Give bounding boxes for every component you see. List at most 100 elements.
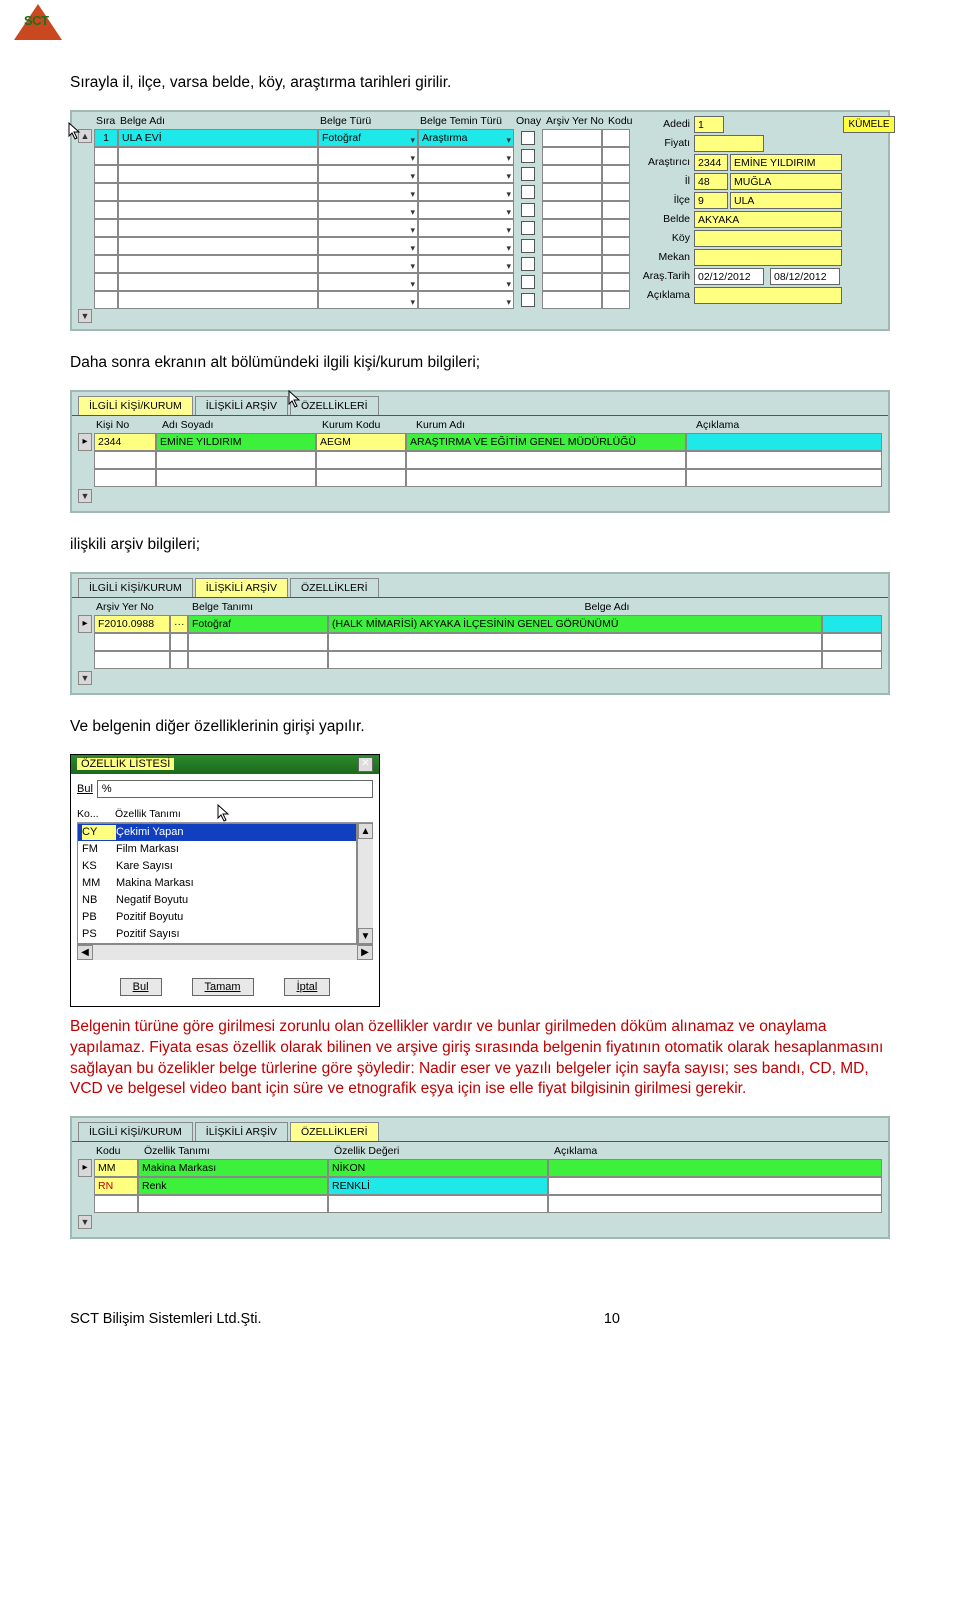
grid-cell[interactable]: [542, 237, 602, 255]
grid-cell[interactable]: [118, 219, 318, 237]
cell-arsiv-yer-no[interactable]: F2010.0988: [94, 615, 170, 633]
grid-cell[interactable]: [94, 237, 118, 255]
cell-ozellik-degeri[interactable]: NİKON: [328, 1159, 548, 1177]
grid-cell[interactable]: [94, 255, 118, 273]
grid-cell[interactable]: [602, 291, 630, 309]
cell-kurum-kodu[interactable]: AEGM: [316, 433, 406, 451]
cell-extra[interactable]: [822, 615, 882, 633]
tab-iliskili-arsiv[interactable]: İLİŞKİLİ ARŞİV: [195, 396, 288, 415]
grid-cell[interactable]: Araştırma: [418, 129, 514, 147]
empty-cell[interactable]: [316, 469, 406, 487]
grid-cell[interactable]: [418, 237, 514, 255]
grid-cell[interactable]: [418, 165, 514, 183]
scroll-down-icon[interactable]: ▼: [78, 1215, 92, 1229]
grid-cell[interactable]: [318, 291, 418, 309]
grid-cell[interactable]: [418, 183, 514, 201]
grid-cell[interactable]: [118, 237, 318, 255]
checkbox[interactable]: [521, 257, 535, 271]
empty-cell[interactable]: [406, 469, 686, 487]
empty-cell[interactable]: [94, 469, 156, 487]
empty-cell[interactable]: [138, 1195, 328, 1213]
tab-ozellikleri[interactable]: ÖZELLİKLERİ: [290, 578, 379, 597]
grid-cell[interactable]: [318, 255, 418, 273]
grid-cell[interactable]: [318, 237, 418, 255]
inp-il-kod[interactable]: 48: [694, 173, 728, 190]
cell-aciklama[interactable]: [548, 1159, 882, 1177]
inp-koy[interactable]: [694, 230, 842, 247]
grid-cell[interactable]: [94, 291, 118, 309]
grid-cell[interactable]: [418, 255, 514, 273]
grid-cell[interactable]: [318, 147, 418, 165]
checkbox[interactable]: [521, 293, 535, 307]
grid-cell[interactable]: [602, 237, 630, 255]
list-item[interactable]: FMFilm Markası: [78, 841, 356, 858]
empty-cell[interactable]: [548, 1195, 882, 1213]
cell-belge-adi[interactable]: (HALK MİMARİSİ) AKYAKA İLÇESİNİN GENEL G…: [328, 615, 822, 633]
empty-cell[interactable]: [94, 451, 156, 469]
tab-ilgili-kisi-kurum[interactable]: İLGİLİ KİŞİ/KURUM: [78, 578, 193, 597]
grid-cell[interactable]: [542, 183, 602, 201]
list-item[interactable]: KSKare Sayısı: [78, 858, 356, 875]
grid-cell[interactable]: [542, 273, 602, 291]
scroll-up-icon[interactable]: ▲: [78, 129, 92, 143]
inp-aciklama[interactable]: [694, 287, 842, 304]
inp-ilce-kod[interactable]: 9: [694, 192, 728, 209]
empty-cell[interactable]: [170, 633, 188, 651]
btn-iptal[interactable]: İptal: [284, 978, 331, 996]
empty-cell[interactable]: [94, 633, 170, 651]
grid-cell[interactable]: [602, 183, 630, 201]
cell-kodu[interactable]: RN: [94, 1177, 138, 1195]
grid-cell[interactable]: [418, 291, 514, 309]
grid-cell[interactable]: [418, 147, 514, 165]
cell-ozellik-tanimi[interactable]: Renk: [138, 1177, 328, 1195]
cell-kisi-no[interactable]: 2344: [94, 433, 156, 451]
empty-cell[interactable]: [328, 651, 822, 669]
empty-cell[interactable]: [316, 451, 406, 469]
scroll-down-icon[interactable]: ▼: [78, 489, 92, 503]
scroll-down-icon[interactable]: ▼: [78, 309, 92, 323]
empty-cell[interactable]: [94, 651, 170, 669]
tab-iliskili-arsiv[interactable]: İLİŞKİLİ ARŞİV: [195, 1122, 288, 1141]
grid-cell[interactable]: [118, 255, 318, 273]
grid-cell[interactable]: [318, 273, 418, 291]
grid-cell[interactable]: [418, 219, 514, 237]
inp-il-ad[interactable]: MUĞLA: [730, 173, 842, 190]
list-item[interactable]: PSPozitif Sayısı: [78, 926, 356, 943]
inp-tarih1[interactable]: 02/12/2012: [694, 268, 764, 285]
list-item[interactable]: MMMakina Markası: [78, 875, 356, 892]
btn-bul[interactable]: Bul: [120, 978, 162, 996]
grid-cell[interactable]: 1: [94, 129, 118, 147]
row-marker[interactable]: ▸: [78, 1159, 92, 1177]
inp-belde[interactable]: AKYAKA: [694, 211, 842, 228]
inp-adedi[interactable]: 1: [694, 116, 724, 133]
grid-cell[interactable]: [118, 201, 318, 219]
scroll-up-icon[interactable]: ▲: [358, 823, 373, 839]
btn-tamam[interactable]: Tamam: [192, 978, 254, 996]
grid-cell[interactable]: ULA EVİ: [118, 129, 318, 147]
grid-cell[interactable]: [542, 165, 602, 183]
grid-cell[interactable]: Fotoğraf: [318, 129, 418, 147]
empty-cell[interactable]: [686, 469, 882, 487]
scroll-down-icon[interactable]: ▼: [358, 928, 373, 944]
grid-cell[interactable]: [602, 129, 630, 147]
close-icon[interactable]: ✕: [358, 757, 373, 772]
inp-mekan[interactable]: [694, 249, 842, 266]
grid-cell[interactable]: [542, 291, 602, 309]
scroll-left-icon[interactable]: ◀: [77, 945, 93, 960]
checkbox[interactable]: [521, 185, 535, 199]
cell-ozellik-degeri[interactable]: RENKLİ: [328, 1177, 548, 1195]
grid-cell[interactable]: [602, 165, 630, 183]
empty-cell[interactable]: [156, 469, 316, 487]
row-marker[interactable]: ▸: [78, 433, 92, 451]
inp-bul[interactable]: %: [97, 780, 373, 798]
inp-arastirici-ad[interactable]: EMİNE YILDIRIM: [730, 154, 842, 171]
empty-cell[interactable]: [686, 451, 882, 469]
grid-cell[interactable]: [418, 201, 514, 219]
tab-ozellikleri[interactable]: ÖZELLİKLERİ: [290, 396, 379, 415]
grid-cell[interactable]: [418, 273, 514, 291]
inp-arastirici-kod[interactable]: 2344: [694, 154, 728, 171]
empty-cell[interactable]: [822, 633, 882, 651]
list-item[interactable]: PBPozitif Boyutu: [78, 909, 356, 926]
tab-iliskili-arsiv[interactable]: İLİŞKİLİ ARŞİV: [195, 578, 288, 597]
grid-cell[interactable]: [318, 165, 418, 183]
